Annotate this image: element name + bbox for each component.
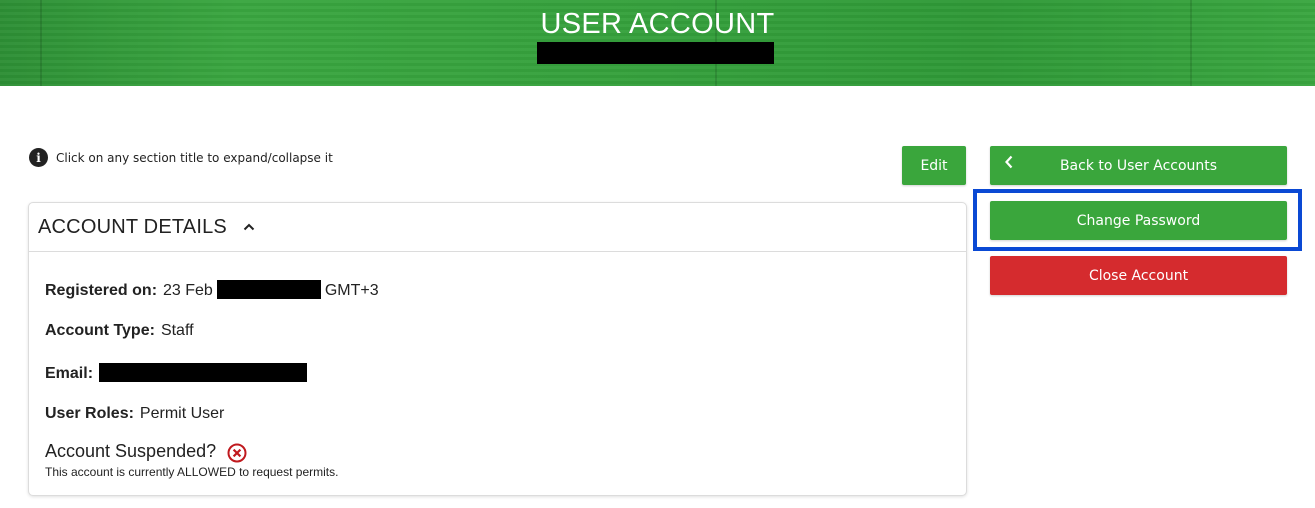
user-roles-row: User Roles: Permit User	[45, 405, 224, 423]
registered-on-label: Registered on:	[45, 282, 158, 299]
section-title: ACCOUNT DETAILS	[38, 215, 227, 238]
account-type-label: Account Type:	[45, 322, 155, 339]
account-details-card: ACCOUNT DETAILS Registered on: 23 Feb GMT+…	[28, 202, 967, 496]
user-roles-label: User Roles:	[45, 405, 134, 422]
registered-on-prefix: 23 Feb	[163, 282, 213, 299]
edit-button[interactable]: Edit	[902, 146, 966, 185]
suspended-note: This account is currently ALLOWED to req…	[45, 465, 339, 479]
account-suspended-label: Account Suspended?	[45, 441, 217, 461]
account-type-value: Staff	[160, 322, 194, 339]
registered-on-row: Registered on: 23 Feb GMT+3	[45, 280, 379, 300]
back-button-label: Back to User Accounts	[1059, 157, 1218, 174]
change-password-button[interactable]: Change Password	[990, 201, 1287, 240]
account-type-row: Account Type: Staff	[45, 322, 194, 340]
user-roles-value: Permit User	[139, 405, 225, 422]
account-details-header[interactable]: ACCOUNT DETAILS	[29, 203, 966, 252]
close-account-button[interactable]: Close Account	[990, 256, 1287, 295]
back-to-user-accounts-button[interactable]: Back to User Accounts	[990, 146, 1287, 185]
info-text: Click on any section title to expand/col…	[56, 150, 333, 165]
email-row: Email:	[45, 363, 308, 383]
info-icon: i	[29, 148, 48, 167]
chevron-left-icon	[1004, 154, 1014, 173]
info-hint: i Click on any section title to expand/c…	[29, 148, 333, 167]
registered-on-suffix: GMT+3	[324, 282, 379, 299]
header-banner: USER ACCOUNT	[0, 0, 1315, 86]
circle-x-icon	[227, 443, 247, 462]
email-label: Email:	[45, 365, 94, 382]
chevron-up-icon	[243, 222, 255, 232]
redacted-subtitle	[537, 42, 774, 64]
redacted-registered-date	[216, 280, 321, 299]
page-title: USER ACCOUNT	[540, 8, 775, 40]
account-suspended-row: Account Suspended?	[45, 441, 247, 462]
redacted-email	[99, 363, 308, 382]
